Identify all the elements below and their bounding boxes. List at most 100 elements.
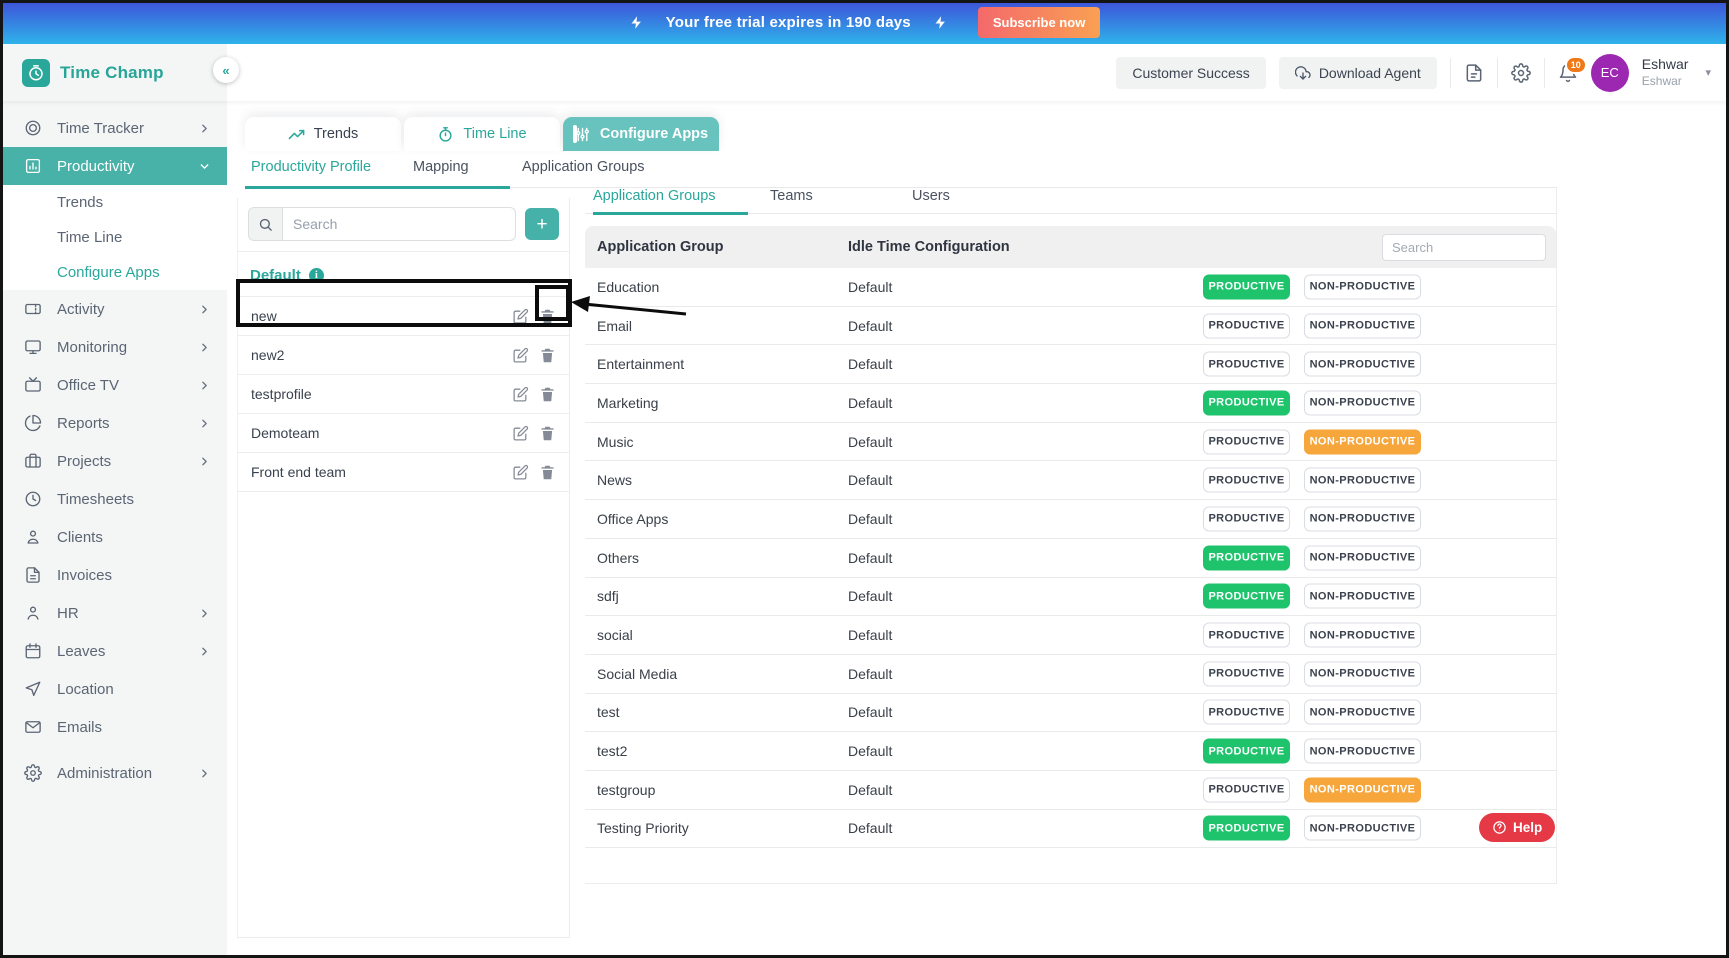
tab-time-line[interactable]: Time Line xyxy=(404,117,560,151)
non-productive-button[interactable]: NON-PRODUCTIVE xyxy=(1304,351,1421,377)
non-productive-button[interactable]: NON-PRODUCTIVE xyxy=(1304,545,1421,571)
sidebar-item-administration[interactable]: Administration xyxy=(0,754,227,792)
productive-button[interactable]: PRODUCTIVE xyxy=(1203,274,1290,300)
tab-users[interactable]: Users xyxy=(912,188,950,204)
non-productive-button[interactable]: NON-PRODUCTIVE xyxy=(1304,777,1421,803)
sidebar-item-location[interactable]: Location xyxy=(0,670,227,708)
download-agent-button[interactable]: Download Agent xyxy=(1278,56,1437,89)
sidebar-item-productivity[interactable]: Productivity xyxy=(0,147,227,185)
profile-row-new[interactable]: new xyxy=(238,296,569,336)
productive-button[interactable]: PRODUCTIVE xyxy=(1203,313,1290,339)
tab-application-groups[interactable]: Application Groups xyxy=(593,188,716,204)
sidebar-item-time-tracker[interactable]: Time Tracker xyxy=(0,109,227,147)
mail-icon xyxy=(24,718,42,736)
sidebar-item-office-tv[interactable]: Office TV xyxy=(0,366,227,404)
trash-icon[interactable] xyxy=(539,464,556,481)
application-groups-panel: Application Groups Teams Users Applicati… xyxy=(585,188,1557,885)
tab-trends[interactable]: Trends xyxy=(245,117,401,151)
sidebar-subitem-configure-apps[interactable]: Configure Apps xyxy=(0,255,227,290)
profile-search-input[interactable] xyxy=(282,207,516,241)
group-name: Testing Priority xyxy=(597,820,689,837)
edit-icon[interactable] xyxy=(512,464,529,481)
help-button[interactable]: Help xyxy=(1479,813,1556,842)
edit-icon[interactable] xyxy=(512,386,529,403)
non-productive-button[interactable]: NON-PRODUCTIVE xyxy=(1304,738,1421,764)
sidebar-item-activity[interactable]: Activity xyxy=(0,290,227,328)
stopwatch-icon xyxy=(437,126,454,143)
trial-banner: Your free trial expires in 190 days Subs… xyxy=(0,0,1729,44)
document-icon[interactable] xyxy=(1464,63,1484,83)
productive-button[interactable]: PRODUCTIVE xyxy=(1203,661,1290,687)
sidebar-item-monitoring[interactable]: Monitoring xyxy=(0,328,227,366)
sidebar-subitem-time-line[interactable]: Time Line xyxy=(0,220,227,255)
info-icon[interactable]: i xyxy=(308,268,324,283)
non-productive-button[interactable]: NON-PRODUCTIVE xyxy=(1304,699,1421,725)
tab-application-groups[interactable]: Application Groups xyxy=(522,159,645,175)
trash-icon[interactable] xyxy=(539,425,556,442)
sidebar-item-invoices[interactable]: Invoices xyxy=(0,556,227,594)
trash-icon[interactable] xyxy=(539,386,556,403)
profile-row-testprofile[interactable]: testprofile xyxy=(238,375,569,414)
productive-button[interactable]: PRODUCTIVE xyxy=(1203,429,1290,455)
sidebar-item-leaves[interactable]: Leaves xyxy=(0,632,227,670)
sidebar-item-clients[interactable]: Clients xyxy=(0,518,227,556)
productive-button[interactable]: PRODUCTIVE xyxy=(1203,622,1290,648)
non-productive-button[interactable]: NON-PRODUCTIVE xyxy=(1304,622,1421,648)
non-productive-button[interactable]: NON-PRODUCTIVE xyxy=(1304,583,1421,609)
profile-row-demoteam[interactable]: Demoteam xyxy=(238,414,569,453)
profile-row-new2[interactable]: new2 xyxy=(238,336,569,375)
divider xyxy=(1543,57,1545,88)
edit-icon[interactable] xyxy=(512,425,529,442)
customer-success-button[interactable]: Customer Success xyxy=(1116,56,1266,89)
idle-time-configuration: Default xyxy=(848,743,893,760)
productive-button[interactable]: PRODUCTIVE xyxy=(1203,467,1290,493)
productive-button[interactable]: PRODUCTIVE xyxy=(1203,351,1290,377)
profile-row-front-end-team[interactable]: Front end team xyxy=(238,453,569,492)
non-productive-button[interactable]: NON-PRODUCTIVE xyxy=(1304,815,1421,841)
non-productive-button[interactable]: NON-PRODUCTIVE xyxy=(1304,429,1421,455)
non-productive-button[interactable]: NON-PRODUCTIVE xyxy=(1304,390,1421,416)
non-productive-button[interactable]: NON-PRODUCTIVE xyxy=(1304,506,1421,532)
group-name: testgroup xyxy=(597,781,656,798)
settings-gear-icon[interactable] xyxy=(1510,62,1531,83)
tab-productivity-profile[interactable]: Productivity Profile xyxy=(251,159,371,175)
chevron-right-icon xyxy=(198,122,211,135)
tab-configure-apps[interactable]: Configure Apps xyxy=(563,117,719,151)
non-productive-button[interactable]: NON-PRODUCTIVE xyxy=(1304,313,1421,339)
sidebar-item-projects[interactable]: Projects xyxy=(0,442,227,480)
notifications-bell-icon[interactable]: 10 xyxy=(1558,55,1587,83)
chevron-down-icon[interactable]: ▾ xyxy=(1705,66,1711,79)
tab-mapping[interactable]: Mapping xyxy=(413,159,469,175)
sidebar-item-emails[interactable]: Emails xyxy=(0,708,227,746)
subscribe-now-button[interactable]: Subscribe now xyxy=(977,6,1101,38)
non-productive-button[interactable]: NON-PRODUCTIVE xyxy=(1304,467,1421,493)
productive-button[interactable]: PRODUCTIVE xyxy=(1203,506,1290,532)
sidebar-item-timesheets[interactable]: Timesheets xyxy=(0,480,227,518)
productive-button[interactable]: PRODUCTIVE xyxy=(1203,738,1290,764)
sidebar-item-reports[interactable]: Reports xyxy=(0,404,227,442)
sidebar-collapse-button[interactable]: « xyxy=(213,57,239,83)
trash-icon[interactable] xyxy=(539,308,556,325)
productive-button[interactable]: PRODUCTIVE xyxy=(1203,699,1290,725)
productive-button[interactable]: PRODUCTIVE xyxy=(1203,545,1290,571)
group-name: Email xyxy=(597,317,633,334)
non-productive-button[interactable]: NON-PRODUCTIVE xyxy=(1304,661,1421,687)
download-cloud-icon xyxy=(1294,65,1311,80)
tab-teams[interactable]: Teams xyxy=(770,188,813,204)
productivity-profiles-panel: + Default i new new2 testprofile Demoteam Fr… xyxy=(237,198,570,938)
productive-button[interactable]: PRODUCTIVE xyxy=(1203,815,1290,841)
productive-button[interactable]: PRODUCTIVE xyxy=(1203,777,1290,803)
productive-button[interactable]: PRODUCTIVE xyxy=(1203,390,1290,416)
non-productive-button[interactable]: NON-PRODUCTIVE xyxy=(1304,274,1421,300)
edit-icon[interactable] xyxy=(512,347,529,364)
sidebar-item-hr[interactable]: HR xyxy=(0,594,227,632)
productive-button[interactable]: PRODUCTIVE xyxy=(1203,583,1290,609)
avatar[interactable]: EC xyxy=(1590,53,1629,92)
groups-search-input[interactable] xyxy=(1382,234,1546,261)
trash-icon[interactable] xyxy=(539,347,556,364)
edit-icon[interactable] xyxy=(512,308,529,325)
add-profile-button[interactable]: + xyxy=(525,208,559,240)
idle-time-configuration: Default xyxy=(848,627,893,644)
idle-time-configuration: Default xyxy=(848,317,893,334)
sidebar-subitem-trends[interactable]: Trends xyxy=(0,185,227,220)
